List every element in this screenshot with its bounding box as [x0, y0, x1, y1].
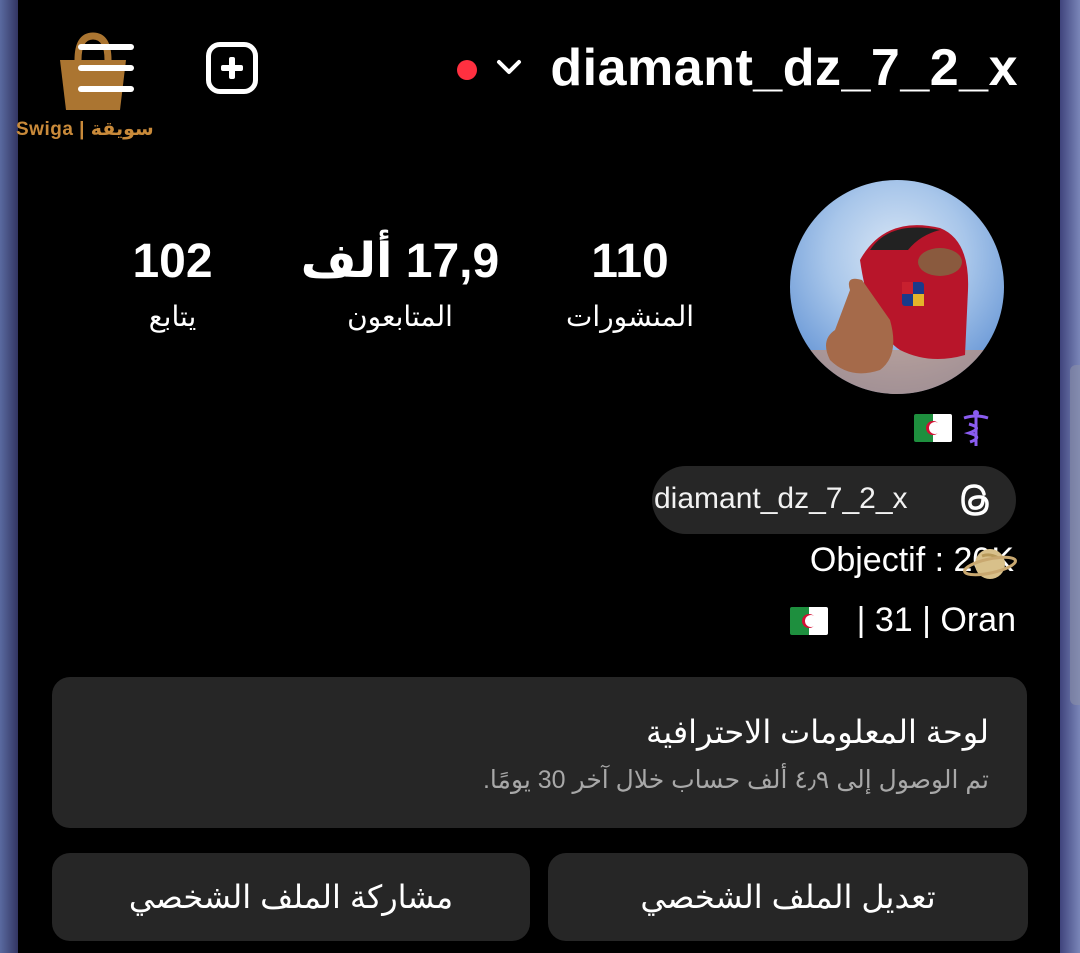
avatar[interactable] — [790, 180, 1004, 394]
following-label: يتابع — [148, 301, 197, 332]
threads-username: diamant_dz_7_2_x — [654, 482, 908, 515]
create-post-icon[interactable] — [206, 42, 258, 94]
chevron-down-icon[interactable] — [494, 52, 524, 82]
dashboard-title: لوحة المعلومات الاحترافية — [646, 714, 989, 750]
medical-caduceus-icon — [963, 410, 989, 446]
threads-icon — [961, 484, 989, 516]
posts-count: 110 — [591, 235, 669, 288]
bio-emoji-row — [914, 408, 994, 448]
avatar-photo — [790, 225, 1004, 394]
posts-label: المنشورات — [565, 301, 695, 332]
scrollbar[interactable] — [1070, 365, 1080, 705]
edit-profile-button[interactable]: تعديل الملف الشخصي — [548, 853, 1028, 941]
algeria-flag-icon — [914, 414, 952, 442]
following-stat[interactable]: 102 يتابع — [100, 238, 245, 333]
threads-badge[interactable]: diamant_dz_7_2_x — [652, 466, 1016, 534]
menu-icon[interactable] — [78, 40, 136, 100]
algeria-flag-icon — [790, 607, 828, 635]
followers-label: المتابعون — [347, 301, 453, 332]
following-count: 102 — [132, 235, 213, 288]
posts-stat[interactable]: 110 المنشورات — [540, 238, 720, 333]
dashboard-subtitle: تم الوصول إلى ٤٫٩ ألف حساب خلال آخر 30 ي… — [482, 766, 989, 794]
bio-line-location: | 31 | Oran — [856, 601, 1016, 639]
account-username[interactable]: diamant_dz_7_2_x — [550, 38, 1018, 98]
notification-dot — [457, 60, 477, 80]
followers-count: 17,9 ألف — [300, 235, 500, 288]
share-profile-button[interactable]: مشاركة الملف الشخصي — [52, 853, 530, 941]
followers-stat[interactable]: 17,9 ألف المتابعون — [300, 238, 500, 333]
watermark-text: Swiga | سويقة — [16, 119, 154, 140]
ringed-planet-icon — [963, 549, 1017, 579]
professional-dashboard-card[interactable]: لوحة المعلومات الاحترافية تم الوصول إلى … — [52, 677, 1027, 828]
